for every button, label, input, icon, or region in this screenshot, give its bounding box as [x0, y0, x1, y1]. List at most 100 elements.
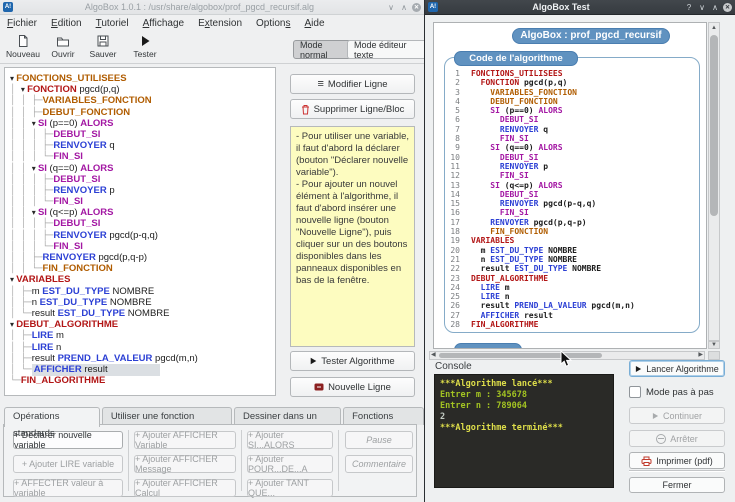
tree-row[interactable]: │ │ │ ├─DEBUT_SI	[10, 129, 275, 140]
console-line: Entrer n : 789064	[440, 401, 527, 411]
algorithm-tree[interactable]: ▾ FONCTIONS_UTILISEES │ ▾ FONCTION pgcd(p…	[4, 67, 276, 396]
tab-operations-standards[interactable]: Opérations standards	[4, 407, 100, 439]
vertical-scrollbar[interactable]: ▲	[708, 22, 720, 341]
continue-button[interactable]: Continuer	[629, 407, 725, 424]
tree-row[interactable]: │ │ ├─DEBUT_FONCTION	[10, 107, 275, 118]
test-algorithm-button[interactable]: Tester Algorithme	[290, 351, 415, 371]
mode-editor-button[interactable]: Mode éditeur texte	[347, 40, 428, 60]
toolbar-new-button[interactable]: Nouveau	[4, 34, 42, 59]
tree-row[interactable]: │ └─ AFFICHER result	[10, 363, 275, 376]
add-tant-que-button[interactable]: + Ajouter TANT QUE...	[247, 478, 333, 498]
minimize-icon[interactable]: ∨	[386, 3, 396, 12]
close-icon[interactable]: ✕	[412, 2, 421, 12]
maximize-icon[interactable]: ∧	[399, 3, 409, 12]
tree-row[interactable]: │ │ └─FIN_FONCTION	[10, 263, 275, 274]
add-si-alors-button[interactable]: + Ajouter SI...ALORS	[247, 430, 333, 450]
continue-label: Continuer	[662, 410, 703, 421]
mouse-cursor	[560, 350, 573, 367]
tree-row[interactable]: │ ├─result PREND_LA_VALEUR pgcd(m,n)	[10, 353, 275, 364]
tab-fonctions-locales[interactable]: Fonctions locales	[343, 407, 424, 439]
code-line: 22 result EST_DU_TYPE NOMBRE	[450, 264, 602, 274]
hamburger-icon: ≡	[317, 78, 324, 90]
stop-button[interactable]: Arrêter	[629, 430, 725, 447]
tree-row[interactable]: │ │ ├─RENVOYER pgcd(p,q-p)	[10, 252, 275, 263]
tree-row[interactable]: │ ├─n EST_DU_TYPE NOMBRE	[10, 297, 275, 308]
toolbar-open-label: Ouvrir	[51, 49, 75, 59]
tree-row[interactable]: │ │ │ ├─RENVOYER q	[10, 140, 275, 151]
code-line: 28 FIN_ALGORITHME	[450, 320, 539, 330]
toolbar-save-button[interactable]: Sauver	[84, 34, 122, 59]
add-afficher-message-button[interactable]: + Ajouter AFFICHER Message	[134, 454, 236, 474]
tree-row[interactable]: │ └─result EST_DU_TYPE NOMBRE	[10, 308, 275, 319]
tree-row[interactable]: │ ├─LIRE m	[10, 330, 275, 341]
play-icon	[142, 36, 150, 46]
scroll-right-icon[interactable]: ▶	[698, 352, 703, 359]
tree-row[interactable]: │ │ │ ├─DEBUT_SI	[10, 174, 275, 185]
menu-item-affichage[interactable]: Affichage	[143, 18, 185, 29]
tree-row[interactable]: │ ├─m EST_DU_TYPE NOMBRE	[10, 286, 275, 297]
tree-row[interactable]: │ │ │ └─FIN_SI	[10, 196, 275, 207]
new-line-button[interactable]: Nouvelle Ligne	[290, 377, 415, 397]
add-pour-de-a-button[interactable]: + Ajouter POUR...DE...A	[247, 454, 333, 474]
main-titlebar[interactable]: A! AlgoBox 1.0.1 : /usr/share/algobox/pr…	[0, 0, 424, 15]
close-icon[interactable]: ✕	[723, 2, 732, 12]
scroll-down-button[interactable]: ▼	[708, 341, 720, 349]
next-section-badge-partial	[454, 343, 522, 348]
tree-row[interactable]: │ ├─LIRE n	[10, 342, 275, 353]
algobox-main-window: A! AlgoBox 1.0.1 : /usr/share/algobox/pr…	[0, 0, 428, 502]
tab-fonction-numerique[interactable]: Utiliser une fonction numérique	[101, 407, 232, 439]
test-titlebar[interactable]: A! AlgoBox Test ? ∨ ∧ ✕	[425, 0, 735, 15]
trash-icon	[301, 104, 309, 114]
scroll-up-icon[interactable]: ▲	[709, 25, 719, 31]
maximize-icon[interactable]: ∧	[710, 3, 720, 12]
tree-row[interactable]: │ │ │ ├─DEBUT_SI	[10, 218, 275, 229]
step-mode-label: Mode pas à pas	[646, 386, 714, 398]
modify-line-button[interactable]: ≡ Modifier Ligne	[290, 74, 415, 94]
delete-line-button[interactable]: Supprimer Ligne/Bloc	[290, 99, 415, 119]
tree-row[interactable]: │ │ ▾ SI (q<=p) ALORS	[10, 207, 275, 218]
menu-item-edition[interactable]: Edition	[51, 18, 82, 29]
tree-row[interactable]: ▾ VARIABLES	[10, 274, 275, 285]
add-afficher-calcul-button[interactable]: + Ajouter AFFICHER Calcul	[134, 478, 236, 498]
vertical-scrollbar-thumb[interactable]	[710, 35, 718, 216]
menu-item-extension[interactable]: Extension	[198, 18, 242, 29]
separator	[629, 470, 725, 472]
modify-line-label: Modifier Ligne	[327, 78, 388, 90]
scroll-left-icon[interactable]: ◀	[431, 352, 436, 359]
test-scroll-view[interactable]: AlgoBox : prof_pgcd_recursif Code de l'a…	[433, 22, 707, 349]
pause-button[interactable]: Pause	[345, 431, 413, 449]
add-lire-button[interactable]: + Ajouter LIRE variable	[13, 455, 123, 473]
menu-item-fichier[interactable]: Fichier	[7, 18, 37, 29]
horizontal-scrollbar-thumb[interactable]	[439, 353, 602, 358]
toolbar-test-button[interactable]: Tester	[126, 34, 164, 59]
tree-row[interactable]: ▾ FONCTIONS_UTILISEES	[10, 73, 275, 84]
minimize-icon[interactable]: ∨	[697, 3, 707, 12]
tree-row[interactable]: │ │ │ └─FIN_SI	[10, 241, 275, 252]
print-pdf-button[interactable]: Imprimer (pdf)	[629, 452, 725, 469]
tab-dessiner-repere[interactable]: Dessiner dans un repère	[234, 407, 342, 439]
step-mode-checkbox[interactable]	[629, 386, 641, 398]
menu-item-options[interactable]: Options	[256, 18, 290, 29]
tree-row[interactable]: │ │ ▾ SI (q==0) ALORS	[10, 163, 275, 174]
tree-row[interactable]: ▾ DEBUT_ALGORITHME	[10, 319, 275, 330]
toolbar-open-button[interactable]: Ouvrir	[44, 34, 82, 59]
tree-row[interactable]: │ │ │ ├─RENVOYER pgcd(p-q,q)	[10, 230, 275, 241]
tree-row[interactable]: │ │ ├─VARIABLES_FONCTION	[10, 95, 275, 106]
close-dialog-button[interactable]: Fermer	[629, 477, 725, 493]
tree-row[interactable]: └─FIN_ALGORITHME	[10, 375, 275, 386]
run-algorithm-button[interactable]: Lancer Algorithme	[629, 360, 725, 377]
tree-row[interactable]: │ ▾ FONCTION pgcd(p,q)	[10, 84, 275, 95]
tree-row[interactable]: │ │ │ ├─RENVOYER p	[10, 185, 275, 196]
tree-row[interactable]: │ │ ▾ SI (p==0) ALORS	[10, 118, 275, 129]
add-afficher-variable-button[interactable]: + Ajouter AFFICHER Variable	[134, 430, 236, 450]
code-section-badge: Code de l'algorithme	[454, 51, 578, 66]
affecter-valeur-button[interactable]: + AFFECTER valeur à variable	[13, 478, 123, 498]
menu-item-aide[interactable]: Aide	[305, 18, 325, 29]
help-icon[interactable]: ?	[684, 3, 694, 12]
tree-row[interactable]: │ │ │ └─FIN_SI	[10, 151, 275, 162]
code-line: 13 SI (q<=p) ALORS	[450, 180, 563, 190]
commentaire-button[interactable]: Commentaire	[345, 455, 413, 473]
code-line: 5 SI (p==0) ALORS	[455, 106, 563, 116]
algobox-app-icon: A!	[428, 2, 438, 12]
menu-item-tutoriel[interactable]: Tutoriel	[96, 18, 129, 29]
